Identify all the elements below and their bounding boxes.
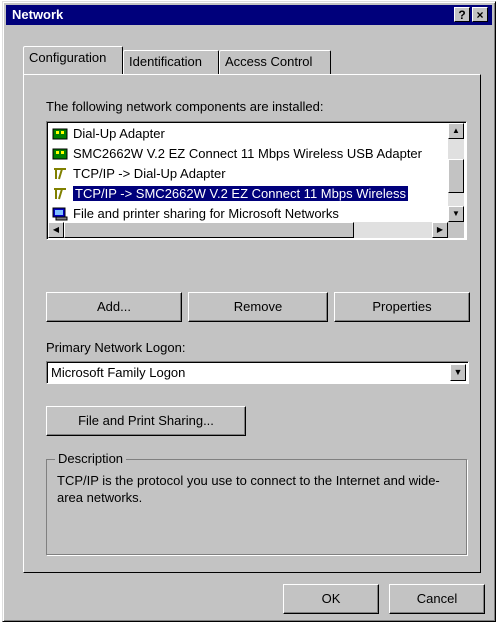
list-item[interactable]: File and printer sharing for Microsoft N… — [49, 204, 444, 224]
ok-button[interactable]: OK — [283, 584, 379, 614]
list-item[interactable]: TCP/IP -> Dial-Up Adapter — [49, 164, 444, 184]
title-bar[interactable]: Network ? × — [6, 5, 492, 25]
vertical-scrollbar[interactable]: ▲ ▼ — [448, 123, 464, 222]
horizontal-scrollbar[interactable]: ◀ ▶ — [48, 222, 448, 238]
scroll-down-button[interactable]: ▼ — [448, 206, 464, 222]
chevron-down-icon[interactable]: ▼ — [450, 364, 466, 381]
list-item-label: File and printer sharing for Microsoft N… — [73, 206, 339, 221]
tab-access-control[interactable]: Access Control — [219, 50, 331, 74]
protocol-icon — [54, 168, 66, 180]
properties-button[interactable]: Properties — [334, 292, 470, 322]
cancel-button[interactable]: Cancel — [389, 584, 485, 614]
file-sharing-icon — [52, 207, 68, 221]
primary-logon-label: Primary Network Logon: — [46, 340, 186, 355]
list-item-label: SMC2662W V.2 EZ Connect 11 Mbps Wireless… — [73, 146, 422, 161]
add-button[interactable]: Add... — [46, 292, 182, 322]
list-item-label: Dial-Up Adapter — [73, 126, 165, 141]
scroll-right-button[interactable]: ▶ — [432, 222, 448, 238]
description-text: TCP/IP is the protocol you use to connec… — [57, 473, 440, 505]
scroll-thumb[interactable] — [448, 159, 464, 193]
network-dialog: Network ? × Configuration Identification… — [2, 1, 496, 622]
protocol-icon — [54, 188, 66, 200]
close-button[interactable]: × — [472, 7, 488, 22]
description-groupbox: Description TCP/IP is the protocol you u… — [46, 451, 467, 555]
tab-identification[interactable]: Identification — [123, 50, 219, 74]
list-item[interactable]: SMC2662W V.2 EZ Connect 11 Mbps Wireless… — [49, 144, 444, 164]
components-list[interactable]: Dial-Up Adapter SMC2662W V.2 EZ Connect … — [46, 121, 467, 240]
scroll-thumb-horizontal[interactable] — [64, 222, 354, 238]
file-print-sharing-button[interactable]: File and Print Sharing... — [46, 406, 246, 436]
scrollbar-corner — [448, 222, 464, 238]
scroll-left-button[interactable]: ◀ — [48, 222, 64, 238]
list-item-label: TCP/IP -> SMC2662W V.2 EZ Connect 11 Mbp… — [73, 186, 409, 201]
help-button[interactable]: ? — [454, 7, 470, 22]
list-item-selected[interactable]: TCP/IP -> SMC2662W V.2 EZ Connect 11 Mbp… — [49, 184, 444, 204]
tab-configuration[interactable]: Configuration — [23, 46, 123, 74]
network-adapter-icon — [52, 148, 68, 160]
list-item[interactable]: Dial-Up Adapter — [49, 124, 444, 144]
configuration-panel: The following network components are ins… — [23, 74, 481, 573]
scroll-up-button[interactable]: ▲ — [448, 123, 464, 139]
components-label: The following network components are ins… — [46, 99, 324, 114]
list-item-label: TCP/IP -> Dial-Up Adapter — [73, 166, 226, 181]
primary-logon-select[interactable]: Microsoft Family Logon ▼ — [46, 361, 469, 384]
window-title: Network — [12, 7, 64, 22]
primary-logon-value: Microsoft Family Logon — [51, 365, 186, 380]
remove-button[interactable]: Remove — [188, 292, 328, 322]
description-legend: Description — [55, 451, 127, 466]
network-adapter-icon — [52, 128, 68, 140]
